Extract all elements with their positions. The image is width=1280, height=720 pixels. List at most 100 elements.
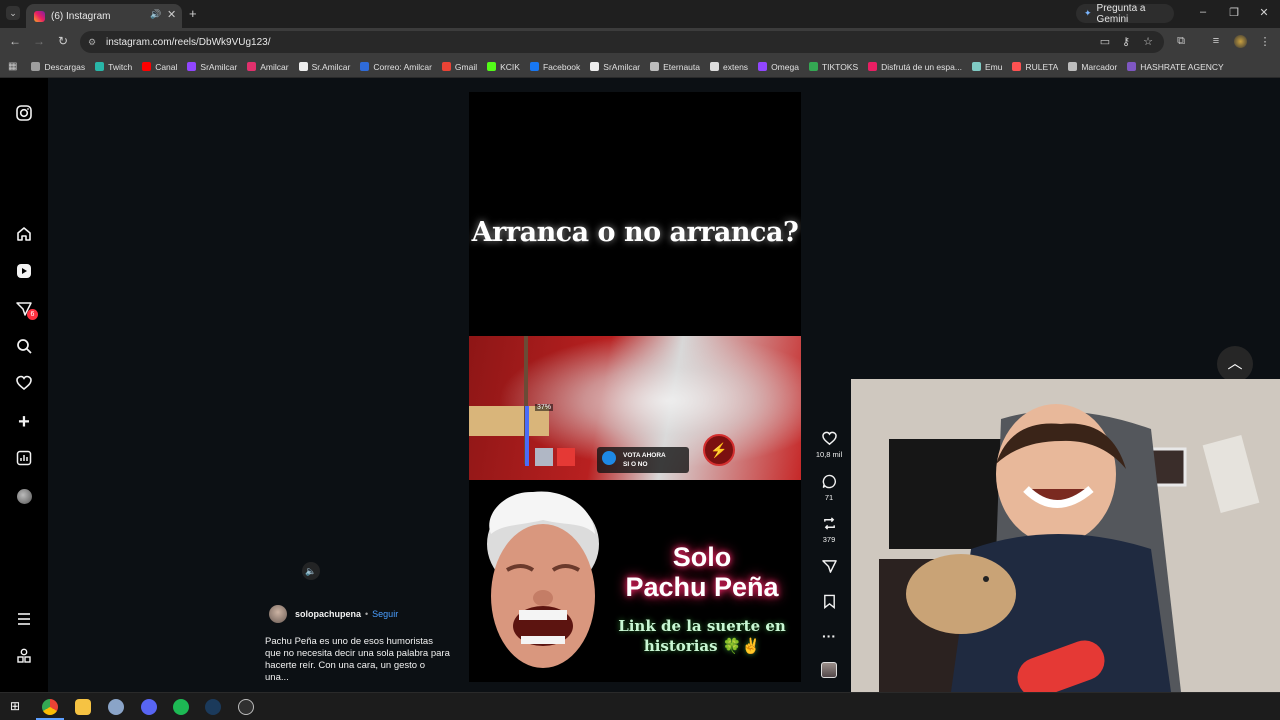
bookmark-label: SrAmilcar [200, 61, 238, 72]
reload-icon[interactable]: ↻ [56, 34, 70, 48]
vote-overlay-text: VOTA AHORA SI O NO [623, 452, 666, 468]
follow-button[interactable]: Seguir [372, 609, 398, 619]
bookmark-favicon-icon [710, 62, 720, 71]
address-bar[interactable]: instagram.com/reels/DbWk9VUg123/ [80, 31, 1164, 53]
bookmark-item[interactable]: Descargas [31, 62, 85, 72]
bookmark-item[interactable]: HASHRATE AGENCY [1127, 61, 1224, 72]
file-explorer-icon[interactable] [75, 699, 91, 715]
bookmark-label: Omega [771, 61, 799, 72]
bookmark-item[interactable]: SrAmilcar [187, 62, 237, 72]
bookmark-star-icon[interactable]: ☆ [1141, 35, 1155, 48]
create-plus-icon[interactable]: + [14, 412, 34, 432]
reels-icon[interactable] [14, 263, 34, 283]
spotify-icon[interactable] [173, 699, 189, 715]
mute-button[interactable]: 🔈 [302, 562, 320, 580]
apps-grid-icon[interactable]: ▦ [8, 61, 17, 72]
close-icon[interactable]: ✕ [167, 8, 176, 21]
bookmark-label: Emu [984, 61, 1003, 72]
promo-headline: Solo Pachu Peña [607, 542, 797, 602]
bookmark-item[interactable]: SrAmilcar [590, 62, 640, 72]
webcam-image [851, 379, 1280, 692]
bookmark-label: Canal [155, 61, 178, 72]
new-tab-button[interactable]: + [189, 6, 197, 21]
profile-avatar-icon[interactable] [14, 487, 34, 507]
site-info-icon[interactable]: ⚙ [88, 37, 96, 48]
bookmark-item[interactable]: Canal [142, 62, 177, 72]
bookmark-item[interactable]: Facebook [529, 62, 580, 72]
promo-headline-line2: Pachu Peña [625, 572, 779, 602]
bookmark-item[interactable]: KCIK [487, 62, 520, 72]
cast-icon[interactable]: ▭ [1098, 35, 1112, 48]
menu-icon[interactable] [14, 611, 34, 631]
bookmark-item[interactable]: extens [710, 62, 748, 72]
bookmark-item[interactable]: Emu [971, 61, 1003, 72]
speaker-icon[interactable]: 🔊 [150, 9, 161, 20]
chevron-up-icon: ︿ [1227, 355, 1243, 372]
more-options-button[interactable]: ··· [812, 628, 846, 644]
bookmark-item[interactable]: Omega [758, 62, 799, 72]
reel-video[interactable]: Arranca o no arranca? 37% VOTA AHORA SI … [469, 92, 801, 682]
window-close-icon[interactable]: ✕ [1257, 6, 1271, 19]
like-button[interactable]: 10,8 mil [812, 431, 846, 459]
password-key-icon[interactable]: ⚷ [1119, 35, 1133, 48]
bookmark-favicon-icon [808, 62, 818, 71]
bookmark-item[interactable]: Correo: Amilcar [360, 62, 432, 72]
back-arrow-icon[interactable]: ← [8, 34, 22, 48]
bookmark-item[interactable]: TIKTOKS [808, 62, 858, 72]
bookmark-label: HASHRATE AGENCY [1140, 61, 1224, 72]
reading-list-icon[interactable]: ≡ [1209, 35, 1223, 47]
bookmark-item[interactable]: Eternauta [650, 62, 700, 72]
repost-button[interactable]: 379 [812, 516, 846, 544]
chrome-icon[interactable] [42, 699, 58, 715]
app-icon[interactable] [108, 699, 124, 715]
instagram-favicon-icon [34, 10, 45, 22]
reel-clip-image: 37% VOTA AHORA SI O NO ⚡ [469, 336, 801, 480]
bookmark-item[interactable]: Amilcar [247, 62, 289, 72]
more-apps-icon[interactable] [14, 648, 34, 668]
tab-instagram[interactable]: (6) Instagram 🔊 ✕ [26, 4, 182, 28]
windows-start-icon[interactable]: ⊞ [10, 699, 20, 713]
restore-icon[interactable]: ❐ [1227, 6, 1241, 19]
url-text: instagram.com/reels/DbWk9VUg123/ [106, 36, 271, 48]
reel-title-text: Arranca o no arranca? [471, 217, 799, 248]
promo-link-text: Link de la suerte en historias 🍀✌ [607, 616, 797, 656]
scroll-up-button[interactable]: ︿ [1217, 346, 1253, 382]
discord-icon[interactable] [141, 699, 157, 715]
dashboard-icon[interactable] [14, 450, 34, 470]
reel-caption[interactable]: Pachu Peña es uno de esos humoristas que… [265, 636, 451, 684]
instagram-logo-icon[interactable] [14, 105, 34, 125]
author-username[interactable]: solopachupena [295, 609, 361, 619]
audio-thumbnail[interactable] [821, 662, 837, 678]
bookmark-item[interactable]: Twitch [95, 62, 132, 72]
bookmark-label: Descargas [44, 61, 86, 72]
repost-icon [812, 516, 846, 534]
bookmark-favicon-icon [868, 62, 878, 71]
share-button[interactable] [812, 559, 846, 577]
bookmark-label: KCIK [500, 61, 520, 72]
obs-icon[interactable] [238, 699, 254, 715]
search-icon[interactable] [14, 338, 34, 358]
menu-kebab-icon[interactable]: ⋮ [1258, 35, 1272, 48]
author-avatar[interactable] [269, 605, 287, 623]
bookmark-favicon-icon [95, 62, 105, 71]
bookmark-favicon-icon [142, 62, 152, 71]
profile-avatar[interactable] [1234, 35, 1247, 48]
bookmark-item[interactable]: Sr.Amilcar [298, 62, 350, 72]
tab-search-button[interactable]: ⌄ [6, 6, 20, 20]
bookmark-item[interactable]: Disfrutá de un espa... [868, 62, 962, 72]
bookmark-item[interactable]: Gmail [441, 62, 477, 72]
gemini-button[interactable]: ✦ Pregunta a Gemini [1076, 3, 1174, 25]
bookmark-favicon-icon [360, 62, 370, 71]
bookmark-item[interactable]: RULETA [1012, 62, 1058, 72]
steam-icon[interactable] [205, 699, 221, 715]
bookmark-item[interactable]: Marcador [1068, 62, 1117, 72]
bookmark-favicon-icon [187, 62, 197, 71]
forward-arrow-icon[interactable]: → [32, 34, 46, 48]
comment-button[interactable]: 71 [812, 474, 846, 502]
home-icon[interactable] [14, 226, 34, 246]
vote-bar [525, 406, 529, 466]
minimize-icon[interactable]: – [1196, 6, 1210, 18]
heart-icon[interactable] [14, 375, 34, 395]
extensions-icon[interactable]: ⧉ [1174, 35, 1188, 48]
save-button[interactable] [812, 594, 846, 612]
